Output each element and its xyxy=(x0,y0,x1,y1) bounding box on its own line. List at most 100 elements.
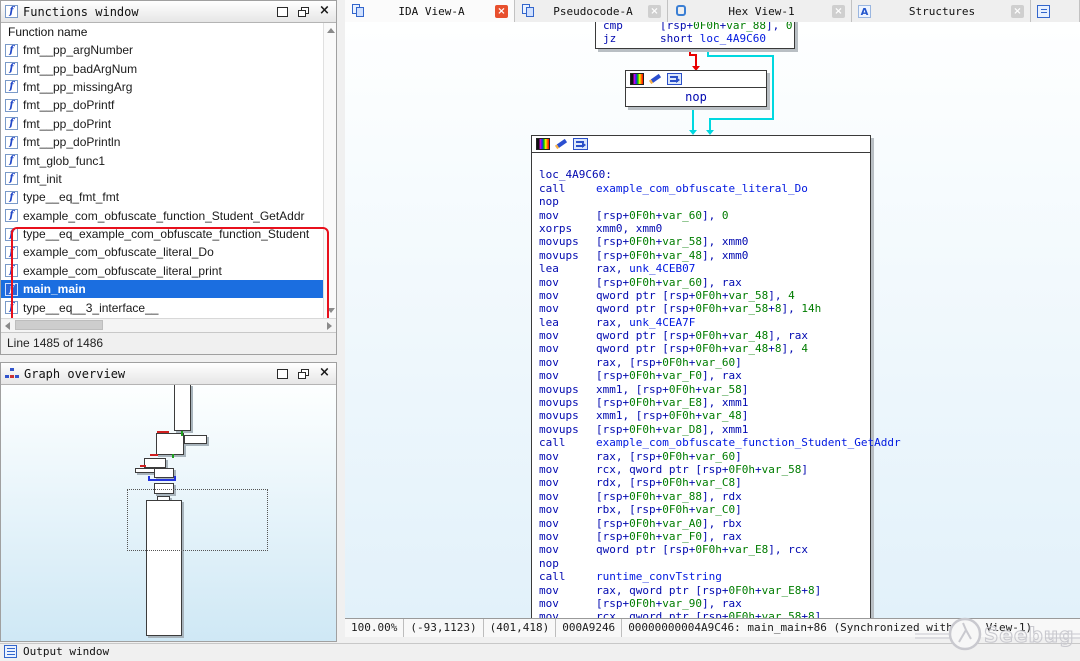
maximize-button[interactable] xyxy=(277,369,288,379)
asm-instruction[interactable]: mov[rsp+0F0h+var_F0], rax xyxy=(539,369,863,382)
asm-instruction[interactable]: nop xyxy=(539,195,863,208)
graph-view-canvas[interactable]: cmp[rsp+0F0h+var_88], 0jzshort loc_4A9C6… xyxy=(345,22,1080,618)
asm-instruction[interactable]: movrax, [rsp+0F0h+var_60] xyxy=(539,356,863,369)
asm-instruction[interactable]: callexample_com_obfuscate_function_Stude… xyxy=(539,436,863,449)
tab-close-icon[interactable]: × xyxy=(1011,5,1024,18)
function-list-item[interactable]: fexample_com_obfuscate_literal_Do xyxy=(1,243,323,261)
function-list-item[interactable]: fexample_com_obfuscate_function_Student_… xyxy=(1,207,323,225)
node-color-icon[interactable] xyxy=(536,138,550,150)
asm-instruction[interactable]: movqword ptr [rsp+0F0h+var_58+8], 14h xyxy=(539,302,863,315)
node-group-icon[interactable] xyxy=(667,73,682,85)
function-list-item[interactable]: ffmt__pp_argNumber xyxy=(1,41,323,59)
function-list-item[interactable]: ffmt__pp_missingArg xyxy=(1,78,323,96)
asm-instruction[interactable]: nop xyxy=(539,557,863,570)
asm-instruction[interactable]: mov[rsp+0F0h+var_88], rdx xyxy=(539,490,863,503)
graph-node-nop[interactable]: nop xyxy=(625,70,767,107)
tab-hex-view-1[interactable]: Hex View-1× xyxy=(668,0,852,22)
function-name: fmt__pp_badArgNum xyxy=(23,62,137,76)
minimap-viewport[interactable] xyxy=(127,489,268,551)
function-list-item[interactable]: ffmt__pp_doPrint xyxy=(1,115,323,133)
scroll-right-icon[interactable] xyxy=(327,322,332,330)
asm-instruction[interactable]: movrcx, qword ptr [rsp+0F0h+var_58] xyxy=(539,463,863,476)
tab-close-icon[interactable]: × xyxy=(495,5,508,18)
asm-instruction[interactable]: xorpsxmm0, xmm0 xyxy=(539,222,863,235)
tab-close-icon[interactable]: × xyxy=(832,5,845,18)
asm-instruction[interactable]: movups[rsp+0F0h+var_58], xmm0 xyxy=(539,235,863,248)
graph-node-header xyxy=(532,136,870,153)
node-edit-icon[interactable] xyxy=(555,138,568,150)
scroll-down-icon[interactable] xyxy=(327,308,335,313)
asm-instruction[interactable]: movrax, [rsp+0F0h+var_60] xyxy=(539,450,863,463)
asm-instruction[interactable]: callruntime_convTstring xyxy=(539,570,863,583)
function-list-item[interactable]: ftype__eq_example_com_obfuscate_function… xyxy=(1,225,323,243)
asm-instruction[interactable]: movrax, qword ptr [rsp+0F0h+var_E8+8] xyxy=(539,584,863,597)
graph-status-bar: 100.00% (-93,1123) (401,418) 000A9246 00… xyxy=(345,618,1080,637)
asm-instruction[interactable]: movqword ptr [rsp+0F0h+var_58], 4 xyxy=(539,289,863,302)
node-edit-icon[interactable] xyxy=(649,73,662,85)
asm-instruction[interactable]: movrdx, [rsp+0F0h+var_C8] xyxy=(539,476,863,489)
function-list-item[interactable]: fexample_com_obfuscate_literal_print xyxy=(1,262,323,280)
asm-instruction[interactable]: cmp[rsp+0F0h+var_88], 0 xyxy=(603,22,787,32)
horizontal-scrollbar[interactable] xyxy=(1,318,336,332)
asm-instruction[interactable]: mov[rsp+0F0h+var_F0], rax xyxy=(539,530,863,543)
graph-overview-icon xyxy=(5,368,19,380)
scroll-left-icon[interactable] xyxy=(5,322,10,330)
function-list-item[interactable]: ffmt_init xyxy=(1,170,323,188)
asm-instruction[interactable]: movrbx, [rsp+0F0h+var_C0] xyxy=(539,503,863,516)
asm-instruction[interactable]: callexample_com_obfuscate_literal_Do xyxy=(539,182,863,195)
asm-instruction[interactable]: movqword ptr [rsp+0F0h+var_48], rax xyxy=(539,329,863,342)
maximize-button[interactable] xyxy=(277,7,288,17)
node-group-icon[interactable] xyxy=(573,138,588,150)
function-name: fmt__pp_doPrint xyxy=(23,117,111,131)
view-tabbar: IDA View-A×Pseudocode-A×Hex View-1×AStru… xyxy=(345,0,1080,22)
asm-instruction[interactable]: movrcx, qword ptr [rsp+0F0h+var_58+8] xyxy=(539,610,863,618)
asm-instruction[interactable]: jzshort loc_4A9C60 xyxy=(603,32,787,45)
close-button[interactable]: × xyxy=(319,368,330,379)
scrollbar-thumb[interactable] xyxy=(15,320,103,330)
asm-instruction[interactable] xyxy=(539,155,863,168)
float-button[interactable] xyxy=(298,7,309,17)
asm-instruction[interactable]: learax, unk_4CEA7F xyxy=(539,316,863,329)
graph-node-loc-4A9C60[interactable]: loc_4A9C60:callexample_com_obfuscate_lit… xyxy=(531,135,871,618)
asm-instruction[interactable]: mov[rsp+0F0h+var_A0], rbx xyxy=(539,517,863,530)
scroll-up-icon[interactable] xyxy=(327,28,335,33)
output-window-titlebar[interactable]: Output window xyxy=(0,643,1080,659)
minimap-edge-red xyxy=(140,465,146,467)
asm-instruction[interactable]: movups[rsp+0F0h+var_48], xmm0 xyxy=(539,249,863,262)
function-list-item[interactable]: ffmt__pp_doPrintln xyxy=(1,133,323,151)
tab-structures[interactable]: AStructures× xyxy=(852,0,1031,22)
function-list-item[interactable]: fmain_main xyxy=(1,280,323,298)
asm-instruction[interactable]: movupsxmm1, [rsp+0F0h+var_48] xyxy=(539,409,863,422)
function-icon: f xyxy=(5,191,18,204)
tab-partial[interactable] xyxy=(1031,0,1080,22)
asm-instruction[interactable]: movupsxmm1, [rsp+0F0h+var_58] xyxy=(539,383,863,396)
graph-overview-minimap[interactable] xyxy=(1,385,336,641)
float-button[interactable] xyxy=(298,369,309,379)
asm-instruction[interactable]: movqword ptr [rsp+0F0h+var_E8], rcx xyxy=(539,543,863,556)
asm-instruction[interactable]: movups[rsp+0F0h+var_E8], xmm1 xyxy=(539,396,863,409)
function-name: fmt__pp_doPrintf xyxy=(23,98,114,112)
asm-instruction[interactable]: mov[rsp+0F0h+var_60], rax xyxy=(539,276,863,289)
tab-ida-view-a[interactable]: IDA View-A× xyxy=(345,0,515,22)
vertical-scrollbar[interactable] xyxy=(323,23,336,318)
function-list-item[interactable]: ffmt__pp_doPrintf xyxy=(1,96,323,114)
function-list-item[interactable]: ffmt_glob_func1 xyxy=(1,151,323,169)
nop-instruction[interactable]: nop xyxy=(626,88,766,106)
asm-instruction[interactable]: learax, unk_4CEB07 xyxy=(539,262,863,275)
function-list-item[interactable]: ftype__eq__3_interface__ xyxy=(1,298,323,316)
graph-node-cmp-jz[interactable]: cmp[rsp+0F0h+var_88], 0jzshort loc_4A9C6… xyxy=(595,22,795,49)
asm-instruction[interactable]: movqword ptr [rsp+0F0h+var_48+8], 4 xyxy=(539,342,863,355)
function-icon: f xyxy=(5,80,18,93)
asm-instruction[interactable]: loc_4A9C60: xyxy=(539,168,863,181)
close-button[interactable]: × xyxy=(319,6,330,17)
function-name-column-header[interactable]: Function name xyxy=(1,23,336,41)
function-list-item[interactable]: ffmt__pp_badArgNum xyxy=(1,59,323,77)
tab-pseudocode-a[interactable]: Pseudocode-A× xyxy=(515,0,668,22)
asm-instruction[interactable]: mov[rsp+0F0h+var_90], rax xyxy=(539,597,863,610)
function-list-item[interactable]: ftype__eq_fmt_fmt xyxy=(1,188,323,206)
asm-instruction[interactable]: movups[rsp+0F0h+var_D8], xmm1 xyxy=(539,423,863,436)
node-color-icon[interactable] xyxy=(630,73,644,85)
tab-close-icon[interactable]: × xyxy=(648,5,661,18)
asm-instruction[interactable]: mov[rsp+0F0h+var_60], 0 xyxy=(539,209,863,222)
function-name: fmt_glob_func1 xyxy=(23,154,105,168)
